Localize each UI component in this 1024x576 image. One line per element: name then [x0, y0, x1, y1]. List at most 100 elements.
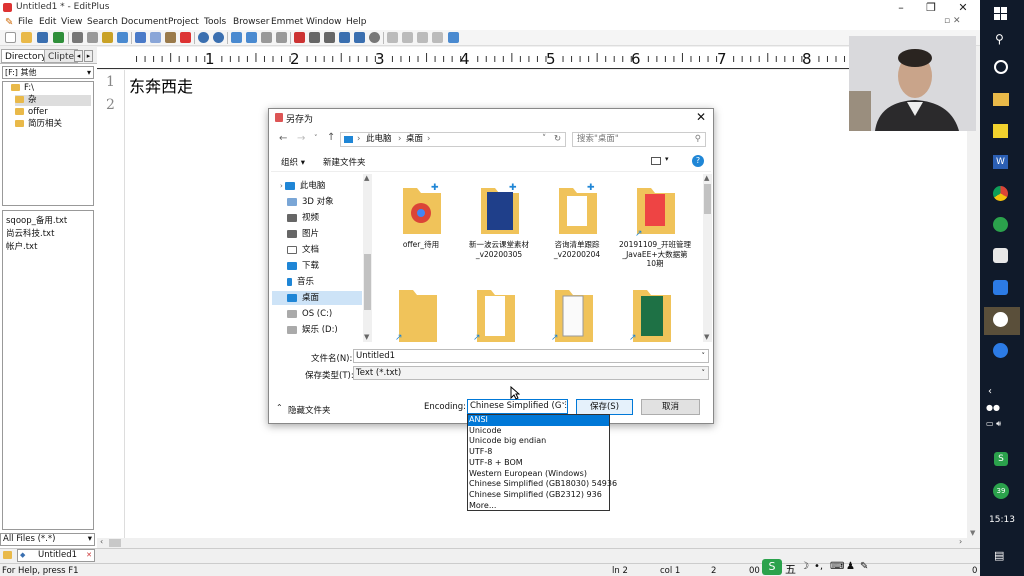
back-icon[interactable]: ←: [279, 133, 287, 144]
help-icon[interactable]: ?: [692, 155, 704, 167]
menu-browser[interactable]: Browser: [233, 17, 269, 27]
app-green-icon[interactable]: [993, 217, 1008, 232]
layout-icon[interactable]: [387, 32, 398, 43]
nav-item-pictures[interactable]: 图片: [287, 227, 319, 241]
editplus-taskbar-icon[interactable]: [993, 248, 1008, 263]
copy-icon[interactable]: [150, 32, 161, 43]
encoding-option-unicode-be[interactable]: Unicode big endian: [468, 436, 609, 447]
new-folder-button[interactable]: 新建文件夹: [323, 156, 366, 168]
file-item[interactable]: ✚ offer_待用: [385, 182, 457, 250]
scroll-thumb[interactable]: [109, 539, 121, 547]
replace-icon[interactable]: [246, 32, 257, 43]
menu-project[interactable]: Project: [168, 17, 199, 27]
network-volume-icon[interactable]: ▭ 🔊︎: [986, 419, 1001, 429]
help-icon[interactable]: [448, 32, 459, 43]
breadcrumb-desktop[interactable]: 桌面: [406, 133, 423, 146]
scroll-up-icon[interactable]: ▲: [704, 174, 709, 182]
filetype-select[interactable]: Text (*.txt) ˅: [353, 366, 709, 380]
nav-item-3d[interactable]: 3D 对象: [287, 195, 334, 209]
font-icon[interactable]: [294, 32, 305, 43]
chevron-down-icon[interactable]: ˅: [542, 133, 546, 146]
app-white-icon[interactable]: [993, 312, 1008, 327]
encoding-option-gb2312[interactable]: Chinese Simplified (GB2312) 936: [468, 490, 609, 501]
ruler-icon[interactable]: [324, 32, 335, 43]
cut-icon[interactable]: [135, 32, 146, 43]
hide-folders-button[interactable]: 隐藏文件夹: [288, 404, 331, 416]
delete-icon[interactable]: [180, 32, 191, 43]
up-icon[interactable]: ↑: [327, 132, 335, 143]
settings-icon[interactable]: [369, 32, 380, 43]
nav-item-downloads[interactable]: 下载: [287, 259, 319, 273]
file-item[interactable]: ✚ 咨询清单跟踪_v20200204: [541, 182, 613, 259]
chrome-icon[interactable]: [993, 186, 1008, 201]
find-icon[interactable]: [231, 32, 242, 43]
column-select-icon[interactable]: [354, 32, 365, 43]
folder-item-selected[interactable]: 杂: [15, 95, 91, 106]
file-pane-scrollbar[interactable]: ▲ ▼: [703, 174, 712, 342]
menu-help[interactable]: Help: [346, 17, 367, 27]
sticky-notes-icon[interactable]: [993, 124, 1008, 138]
app-arrow-icon[interactable]: [993, 343, 1008, 358]
nav-item-drive-c[interactable]: OS (C:): [287, 307, 332, 321]
list-item[interactable]: 尚云科技.txt: [6, 227, 54, 239]
scroll-up-icon[interactable]: ▲: [364, 174, 369, 182]
horizontal-scrollbar[interactable]: ‹ ›: [97, 537, 967, 548]
paste-icon[interactable]: [165, 32, 176, 43]
cortana-icon[interactable]: [994, 60, 1008, 74]
list-item[interactable]: sqoop_备用.txt: [6, 214, 67, 226]
menu-window[interactable]: Window: [306, 17, 342, 27]
ime-user-icon[interactable]: ♟: [846, 561, 855, 572]
notification-icon[interactable]: ▤: [994, 549, 1004, 562]
menu-view[interactable]: View: [61, 17, 82, 27]
undo-icon[interactable]: [198, 32, 209, 43]
folder-item[interactable]: offer: [15, 107, 48, 118]
wordwrap-icon[interactable]: [309, 32, 320, 43]
ime-keyboard-icon[interactable]: ⌨: [830, 561, 844, 572]
restore-icon[interactable]: ❐: [916, 0, 946, 16]
menu-search[interactable]: Search: [87, 17, 118, 27]
badge[interactable]: 39: [993, 483, 1009, 499]
chevron-up-icon[interactable]: ⌃: [276, 403, 283, 412]
ime-wubi-icon[interactable]: 五: [785, 561, 796, 576]
folder-item[interactable]: F:\: [11, 83, 34, 94]
ime-logo-icon[interactable]: S: [762, 559, 782, 575]
nav-item-videos[interactable]: 视频: [287, 211, 319, 225]
address-bar[interactable]: › 此电脑 › 桌面 › ˅ ↻: [340, 132, 566, 147]
close-icon[interactable]: ✕: [696, 110, 706, 124]
line-number-icon[interactable]: [339, 32, 350, 43]
output-icon[interactable]: [432, 32, 443, 43]
scroll-right-icon[interactable]: ›: [959, 537, 962, 546]
filename-input[interactable]: Untitled1 ˅: [353, 349, 709, 363]
nav-item-music[interactable]: 音乐: [287, 275, 314, 289]
tab-cliptext[interactable]: Clipte: [44, 49, 79, 63]
file-filter-select[interactable]: All Files (*.*) ▾: [0, 533, 95, 546]
clock[interactable]: 15:13: [980, 515, 1024, 525]
new-file-icon[interactable]: [5, 32, 16, 43]
cascade-icon[interactable]: [417, 32, 428, 43]
scroll-left-icon[interactable]: ‹: [100, 537, 103, 546]
tab-scroll-right-icon[interactable]: ▸: [84, 50, 93, 62]
tile-icon[interactable]: [402, 32, 413, 43]
nav-item-pc[interactable]: › 此电脑: [280, 179, 325, 193]
find-in-files-icon[interactable]: [261, 32, 272, 43]
print-preview-icon[interactable]: [87, 32, 98, 43]
windows-start-icon[interactable]: [994, 7, 1007, 20]
scroll-thumb[interactable]: [364, 254, 371, 310]
chevron-down-icon[interactable]: ˅: [314, 134, 318, 142]
sogou-tray-icon[interactable]: S: [994, 452, 1008, 466]
wechat-icon[interactable]: ●●: [986, 403, 1000, 412]
folder-item[interactable]: 简历相关: [15, 119, 62, 130]
goto-icon[interactable]: [276, 32, 287, 43]
menu-emmet[interactable]: Emmet: [271, 17, 303, 27]
menu-edit[interactable]: Edit: [39, 17, 56, 27]
redo-icon[interactable]: [213, 32, 224, 43]
scroll-down-icon[interactable]: ▼: [704, 333, 709, 341]
close-icon[interactable]: ✕: [948, 0, 978, 16]
close-tab-icon[interactable]: ✕: [86, 550, 92, 561]
editor-line-text[interactable]: 东奔西走: [129, 73, 193, 97]
dialog-search-input[interactable]: 搜索"桌面" ⚲: [572, 132, 706, 147]
encoding-option-western[interactable]: Western European (Windows): [468, 469, 609, 480]
open-file-icon[interactable]: [21, 32, 32, 43]
doc-restore-icon[interactable]: ▫ ✕: [944, 16, 961, 26]
chevron-down-icon[interactable]: ▾: [665, 155, 669, 163]
